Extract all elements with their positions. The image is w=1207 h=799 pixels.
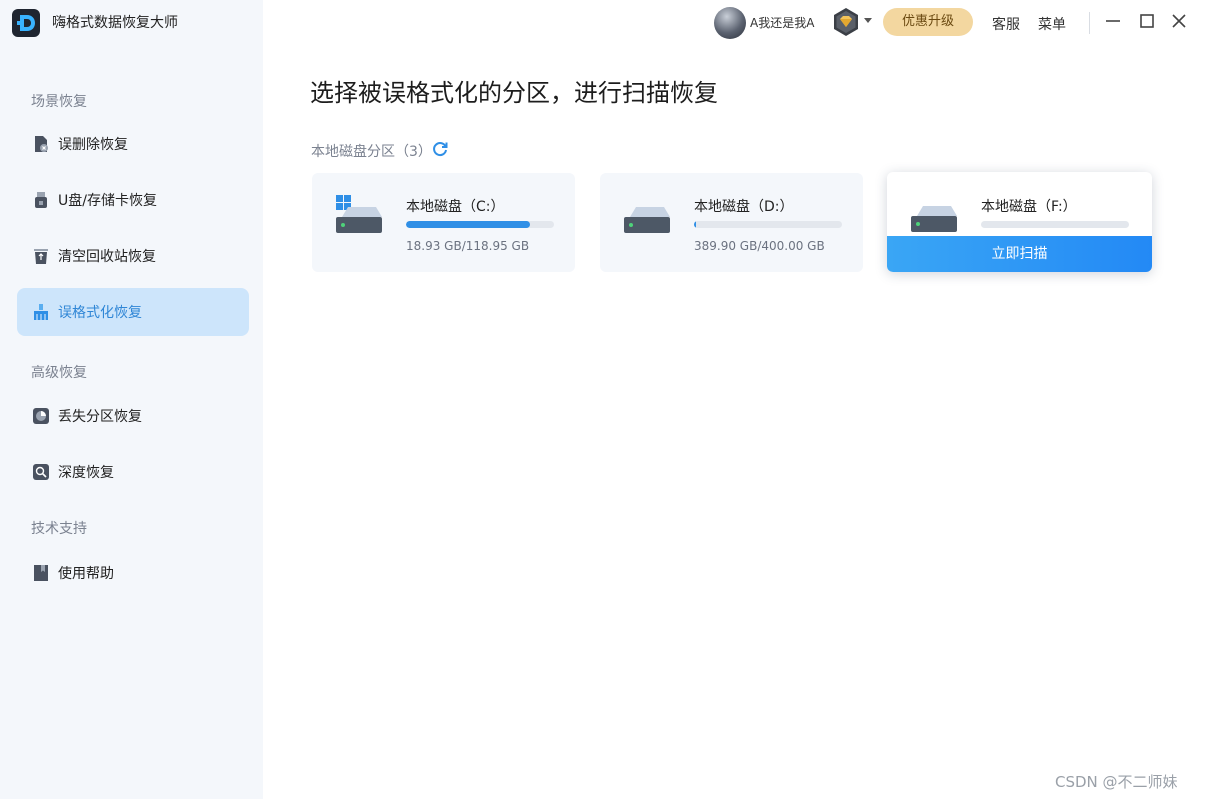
usb-icon [35,192,47,208]
app-logo [12,9,40,37]
sidebar-item-label: 误删除恢复 [58,137,128,153]
partition-label: 本地磁盘分区（3） [311,144,432,160]
upgrade-button[interactable]: 优惠升级 [883,8,973,36]
sidebar-item-recycle-recovery[interactable]: 清空回收站恢复 [17,232,249,280]
disk-name: 本地磁盘（D:） [694,199,794,215]
disk-card-d[interactable]: 本地磁盘（D:） 389.90 GB/400.00 GB [600,173,863,272]
help-book-icon [34,565,48,581]
sidebar-item-usb-recovery[interactable]: U盘/存储卡恢复 [17,176,249,224]
disk-size: 18.93 GB/118.95 GB [406,239,530,253]
partition-icon [33,408,49,424]
disk-usage-bar [694,221,842,228]
sidebar-item-deleted-recovery[interactable]: 误删除恢复 [17,120,249,168]
watermark: CSDN @不二师妹 [1055,773,1178,791]
title-divider [1089,12,1090,34]
format-brush-icon [34,304,48,320]
customer-service-link[interactable]: 客服 [992,14,1020,34]
sidebar-item-label: 误格式化恢复 [58,305,142,321]
disk-card-f[interactable]: 本地磁盘（F:） 立即扫描 [887,172,1152,272]
system-disk-icon [336,195,382,233]
sidebar-item-help[interactable]: 使用帮助 [17,549,249,597]
menu-link[interactable]: 菜单 [1038,14,1066,34]
sidebar-item-label: 清空回收站恢复 [58,249,156,265]
sidebar-item-format-recovery[interactable]: 误格式化恢复 [17,288,249,336]
section-title-advanced: 高级恢复 [31,365,87,381]
scan-now-button[interactable]: 立即扫描 [887,236,1152,272]
disk-card-c[interactable]: 本地磁盘（C:） 18.93 GB/118.95 GB [312,173,575,272]
avatar[interactable] [714,7,746,39]
disk-usage-bar [981,221,1129,228]
sidebar-item-label: 深度恢复 [58,465,114,481]
sidebar-item-label: 使用帮助 [58,566,114,582]
username[interactable]: A我还是我A [750,14,814,31]
sidebar-item-label: U盘/存储卡恢复 [58,193,157,209]
chevron-down-icon[interactable] [864,18,872,23]
section-title-support: 技术支持 [31,521,87,537]
disk-icon [911,206,957,232]
page-title: 选择被误格式化的分区，进行扫描恢复 [310,79,718,107]
disk-icon [624,207,670,233]
deep-scan-icon [33,464,49,480]
refresh-icon[interactable] [431,140,449,158]
disk-name: 本地磁盘（F:） [981,199,1077,215]
close-icon[interactable] [1170,12,1188,30]
file-delete-icon [35,136,48,152]
sidebar-item-deep-recovery[interactable]: 深度恢复 [17,448,249,496]
section-title-scene: 场景恢复 [31,94,87,110]
sidebar-item-partition-recovery[interactable]: 丢失分区恢复 [17,392,249,440]
sidebar: 嗨格式数据恢复大师 场景恢复 误删除恢复 U盘/存储卡恢复 清空回收站恢复 误格… [0,0,263,799]
disk-usage-fill [694,221,697,228]
sidebar-item-label: 丢失分区恢复 [58,409,142,425]
disk-usage-bar [406,221,554,228]
maximize-icon[interactable] [1138,12,1156,30]
recycle-bin-icon [34,249,48,264]
app-title: 嗨格式数据恢复大师 [52,15,178,31]
minimize-icon[interactable] [1104,12,1122,30]
disk-name: 本地磁盘（C:） [406,199,505,215]
vip-diamond-icon[interactable] [830,6,862,38]
disk-size: 389.90 GB/400.00 GB [694,239,825,253]
disk-usage-fill [406,221,531,228]
